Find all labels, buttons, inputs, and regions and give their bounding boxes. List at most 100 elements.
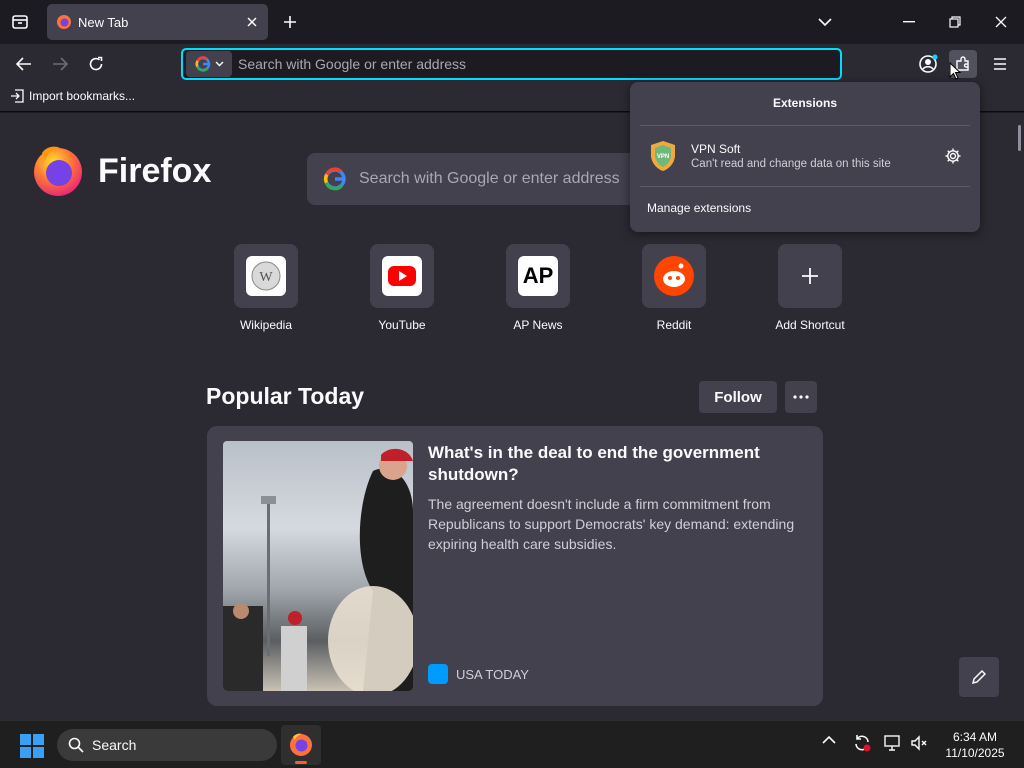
youtube-icon bbox=[382, 256, 422, 296]
navigation-toolbar bbox=[0, 44, 1024, 84]
divider bbox=[640, 125, 970, 126]
speaker-muted-icon bbox=[911, 735, 927, 751]
customize-button[interactable] bbox=[959, 657, 999, 697]
firefox-view-button[interactable] bbox=[8, 10, 32, 34]
import-bookmarks-button[interactable]: Import bookmarks... bbox=[10, 89, 135, 103]
shortcut-label: Reddit bbox=[656, 318, 692, 332]
shortcut-reddit[interactable]: Reddit bbox=[634, 244, 714, 332]
reddit-icon bbox=[654, 256, 694, 296]
network-tray-icon[interactable] bbox=[884, 734, 902, 752]
ap-news-logo-text: AP bbox=[522, 263, 554, 288]
vpn-shield-icon: VPN bbox=[651, 141, 675, 171]
url-input[interactable] bbox=[238, 56, 818, 72]
story-excerpt: The agreement doesn't include a firm com… bbox=[428, 496, 795, 552]
minimize-button[interactable] bbox=[886, 0, 932, 44]
system-clock[interactable]: 6:34 AM 11/10/2025 bbox=[938, 729, 1012, 761]
follow-button[interactable]: Follow bbox=[699, 381, 777, 413]
shortcut-wikipedia[interactable]: W Wikipedia bbox=[226, 244, 306, 332]
restore-icon bbox=[949, 16, 961, 28]
story-source: USA TODAY bbox=[428, 664, 529, 684]
import-bookmarks-label: Import bookmarks... bbox=[29, 89, 136, 103]
chevron-up-icon bbox=[822, 735, 836, 744]
scrollbar-thumb[interactable] bbox=[1018, 125, 1021, 151]
monitor-icon bbox=[884, 735, 900, 751]
sync-tray-icon[interactable] bbox=[852, 733, 872, 753]
import-icon bbox=[11, 89, 24, 103]
story-headline[interactable]: What's in the deal to end the government… bbox=[428, 442, 808, 486]
new-tab-button[interactable] bbox=[278, 10, 302, 34]
shortcut-label: Wikipedia bbox=[239, 318, 293, 332]
tab-strip: New Tab bbox=[0, 0, 1024, 44]
shortcut-tile bbox=[778, 244, 842, 308]
manage-extensions-button[interactable]: Manage extensions bbox=[647, 201, 751, 215]
top-sites: W Wikipedia YouTube AP AP News Reddit Ad… bbox=[226, 244, 850, 332]
divider bbox=[640, 186, 970, 187]
reload-button[interactable] bbox=[82, 50, 110, 78]
shortcut-youtube[interactable]: YouTube bbox=[362, 244, 442, 332]
firefox-icon bbox=[290, 733, 312, 756]
taskbar-search-label: Search bbox=[92, 737, 137, 753]
firefox-logo: Firefox bbox=[32, 145, 211, 197]
gear-icon[interactable] bbox=[944, 147, 962, 165]
shortcut-tile: W bbox=[234, 244, 298, 308]
shortcut-tile bbox=[370, 244, 434, 308]
shortcut-ap-news[interactable]: AP AP News bbox=[498, 244, 578, 332]
restore-button[interactable] bbox=[932, 0, 978, 44]
vpn-badge-text: VPN bbox=[657, 154, 669, 160]
list-all-tabs-button[interactable] bbox=[802, 0, 848, 44]
more-options-button[interactable] bbox=[785, 381, 817, 413]
add-shortcut-button[interactable]: Add Shortcut bbox=[770, 244, 850, 332]
taskbar-search[interactable]: Search bbox=[57, 729, 277, 761]
extension-name: VPN Soft bbox=[691, 142, 741, 156]
extensions-panel-title: Extensions bbox=[772, 96, 838, 110]
shortcut-tile bbox=[642, 244, 706, 308]
mouse-cursor bbox=[949, 62, 961, 80]
svg-text:W: W bbox=[259, 270, 273, 285]
close-window-button[interactable] bbox=[978, 0, 1024, 44]
close-icon bbox=[995, 16, 1007, 28]
firefox-wordmark: Firefox bbox=[98, 151, 212, 190]
address-bar[interactable] bbox=[181, 48, 842, 80]
account-icon bbox=[919, 54, 938, 73]
arrow-right-icon bbox=[53, 57, 68, 71]
show-hidden-icons-button[interactable] bbox=[822, 735, 836, 744]
volume-tray-icon[interactable] bbox=[910, 734, 928, 752]
chevron-down-icon bbox=[215, 61, 223, 67]
chevron-down-icon bbox=[818, 17, 832, 26]
minimize-icon bbox=[903, 21, 915, 23]
search-engine-button[interactable] bbox=[186, 51, 232, 77]
back-button[interactable] bbox=[10, 50, 38, 78]
start-button[interactable] bbox=[20, 734, 44, 758]
windows-taskbar: Search 6:34 AM 11/10/2025 bbox=[0, 720, 1024, 768]
plus-icon bbox=[284, 16, 296, 28]
firefox-tab-icon bbox=[56, 14, 72, 30]
windows-logo-icon bbox=[20, 734, 44, 758]
firefox-icon bbox=[34, 146, 82, 196]
shortcut-label: YouTube bbox=[378, 318, 426, 332]
ap-news-icon: AP bbox=[518, 256, 558, 296]
hamburger-menu-icon bbox=[994, 58, 1006, 70]
extension-item-vpn-soft[interactable]: VPN VPN Soft Can't read and change data … bbox=[646, 138, 971, 174]
tab-title: New Tab bbox=[78, 14, 129, 30]
tab-close-button[interactable] bbox=[242, 12, 262, 32]
google-icon bbox=[194, 56, 210, 72]
shortcut-tile: AP bbox=[506, 244, 570, 308]
tab-new-tab[interactable]: New Tab bbox=[47, 4, 268, 40]
extensions-panel: Extensions VPN VPN Soft Can't read and c… bbox=[630, 82, 980, 232]
story-source-label: USA TODAY bbox=[456, 666, 529, 682]
reload-icon bbox=[89, 56, 103, 71]
firefox-view-icon bbox=[12, 15, 28, 29]
taskbar-firefox[interactable] bbox=[281, 725, 321, 765]
story-card[interactable]: What's in the deal to end the government… bbox=[207, 426, 823, 706]
google-icon bbox=[323, 167, 346, 191]
story-thumbnail bbox=[223, 441, 413, 691]
forward-button[interactable] bbox=[46, 50, 74, 78]
active-indicator bbox=[295, 761, 307, 764]
close-icon bbox=[247, 17, 257, 27]
usa-today-icon bbox=[428, 664, 448, 684]
section-heading: Popular Today bbox=[206, 383, 365, 409]
app-menu-button[interactable] bbox=[986, 50, 1014, 78]
pencil-icon bbox=[971, 669, 987, 685]
account-button[interactable] bbox=[914, 50, 942, 78]
newtab-search-placeholder: Search with Google or enter address bbox=[359, 170, 620, 187]
